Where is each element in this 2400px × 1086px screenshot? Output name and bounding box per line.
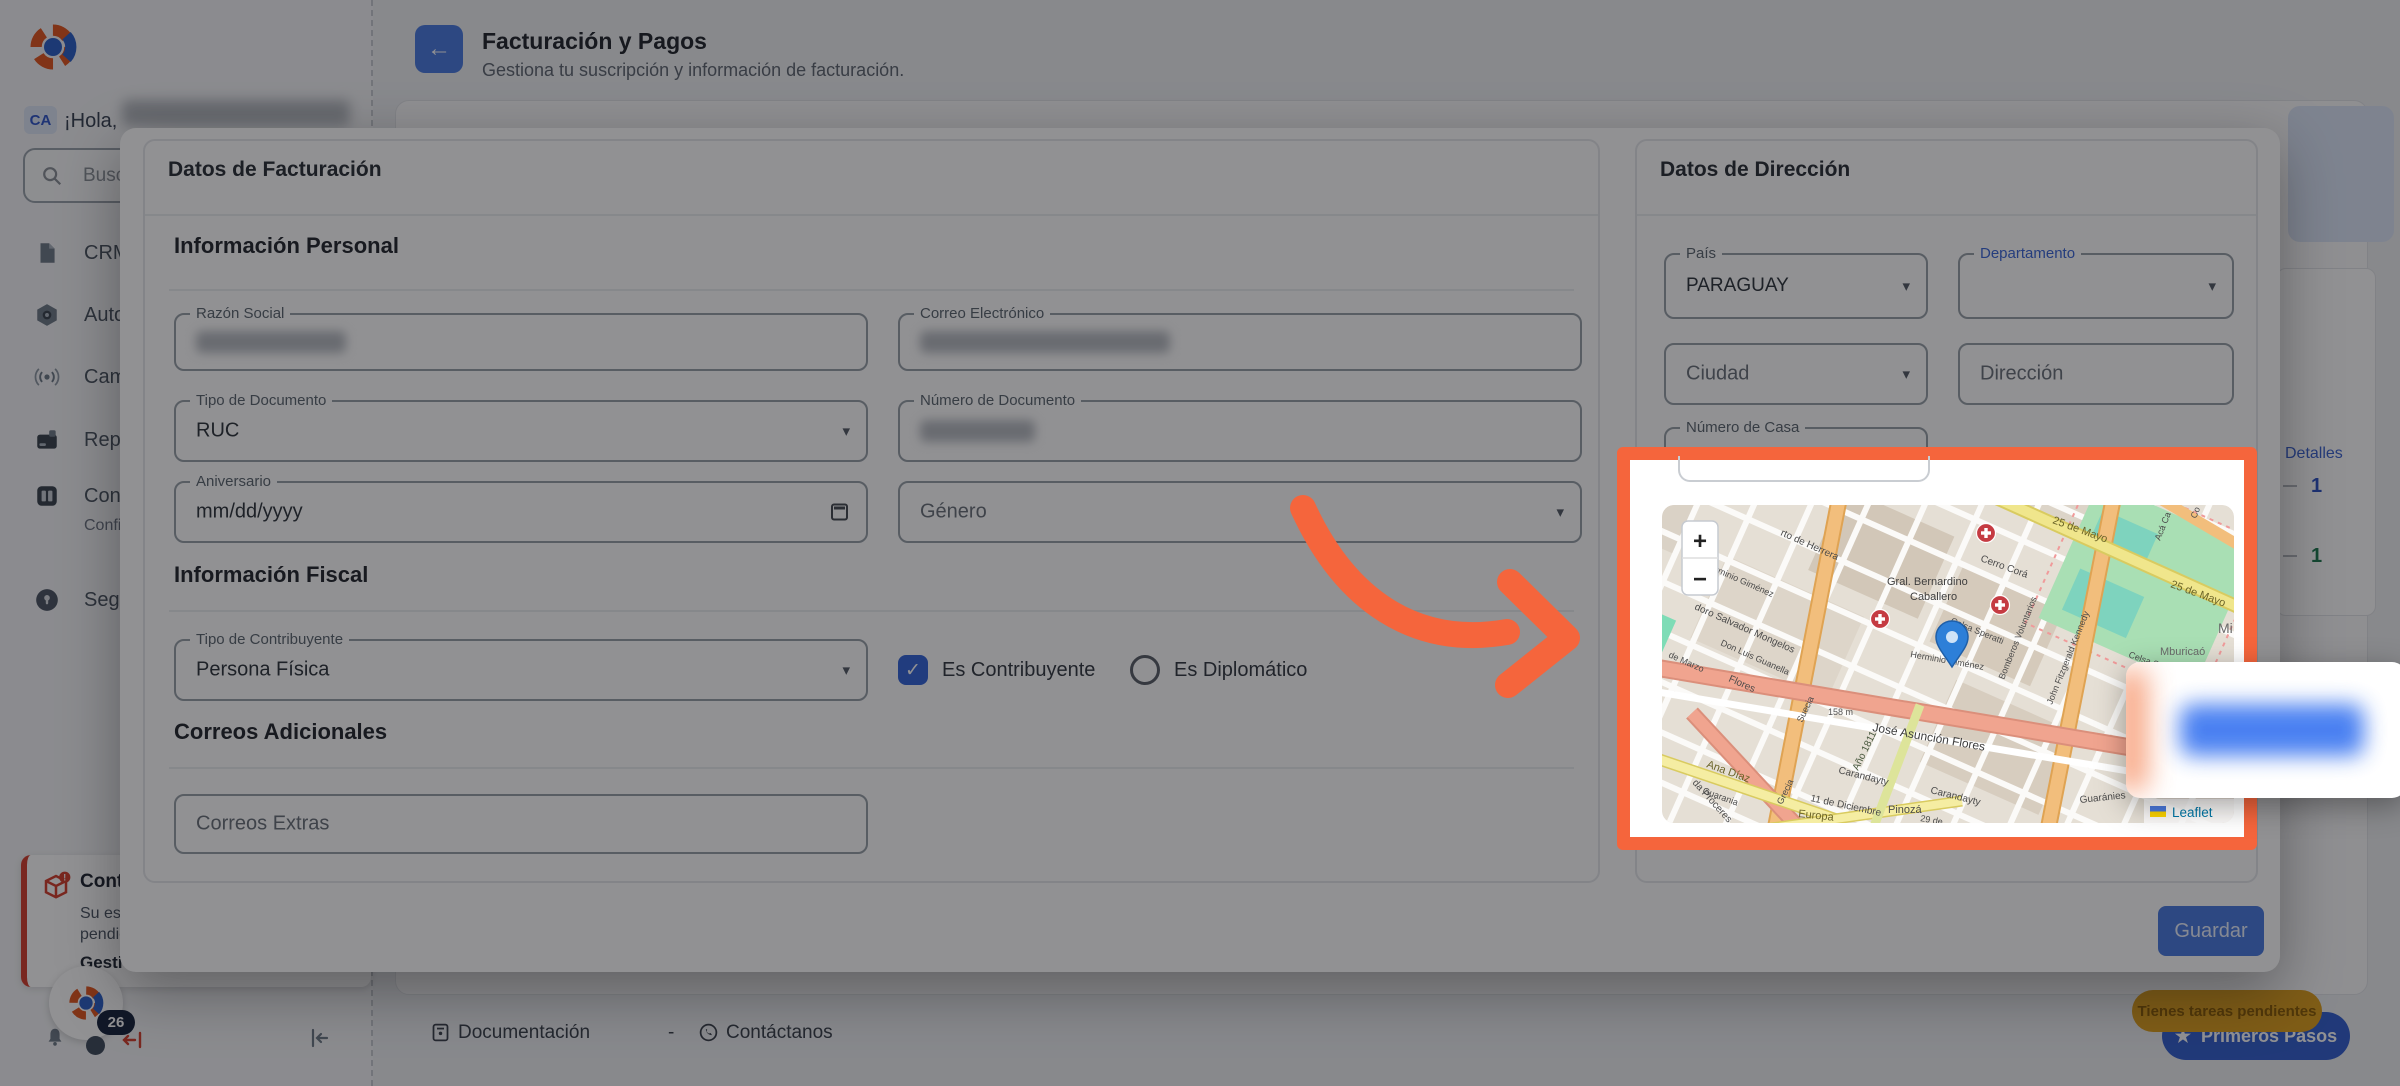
map-street-label: Mi	[2218, 620, 2233, 636]
screen: CA ¡Hola, Busc CRM Auto	[0, 0, 2400, 1086]
clinic-marker-icon[interactable]	[1991, 596, 2010, 615]
map-street-label: Mburicaó	[2160, 646, 2205, 658]
map-street-label: 158 m	[1828, 707, 1853, 717]
map-street-label: Caballero	[1910, 591, 1957, 603]
clinic-marker-icon[interactable]	[1871, 610, 1890, 629]
annotation-arrow	[1255, 480, 1595, 700]
redacted-content	[2126, 670, 2146, 790]
numero-casa-field-bottom	[1678, 456, 1930, 482]
zoom-in-button[interactable]: +	[1693, 528, 1707, 555]
clinic-marker-icon[interactable]	[1977, 524, 1996, 543]
zoom-out-button[interactable]: −	[1693, 566, 1707, 593]
redacted-blue-button[interactable]	[2180, 704, 2364, 756]
map-street-label: Gral. Bernardino	[1887, 576, 1968, 588]
blurred-popup	[2126, 662, 2400, 798]
map-street-label: Pinozá	[1888, 804, 1923, 816]
map-zoom-control: + −	[1682, 521, 1718, 595]
leaflet-attribution-link[interactable]: Leaflet	[2172, 805, 2213, 820]
map-attribution: Leaflet	[2144, 799, 2234, 823]
leaflet-flag-icon	[2150, 806, 2166, 812]
